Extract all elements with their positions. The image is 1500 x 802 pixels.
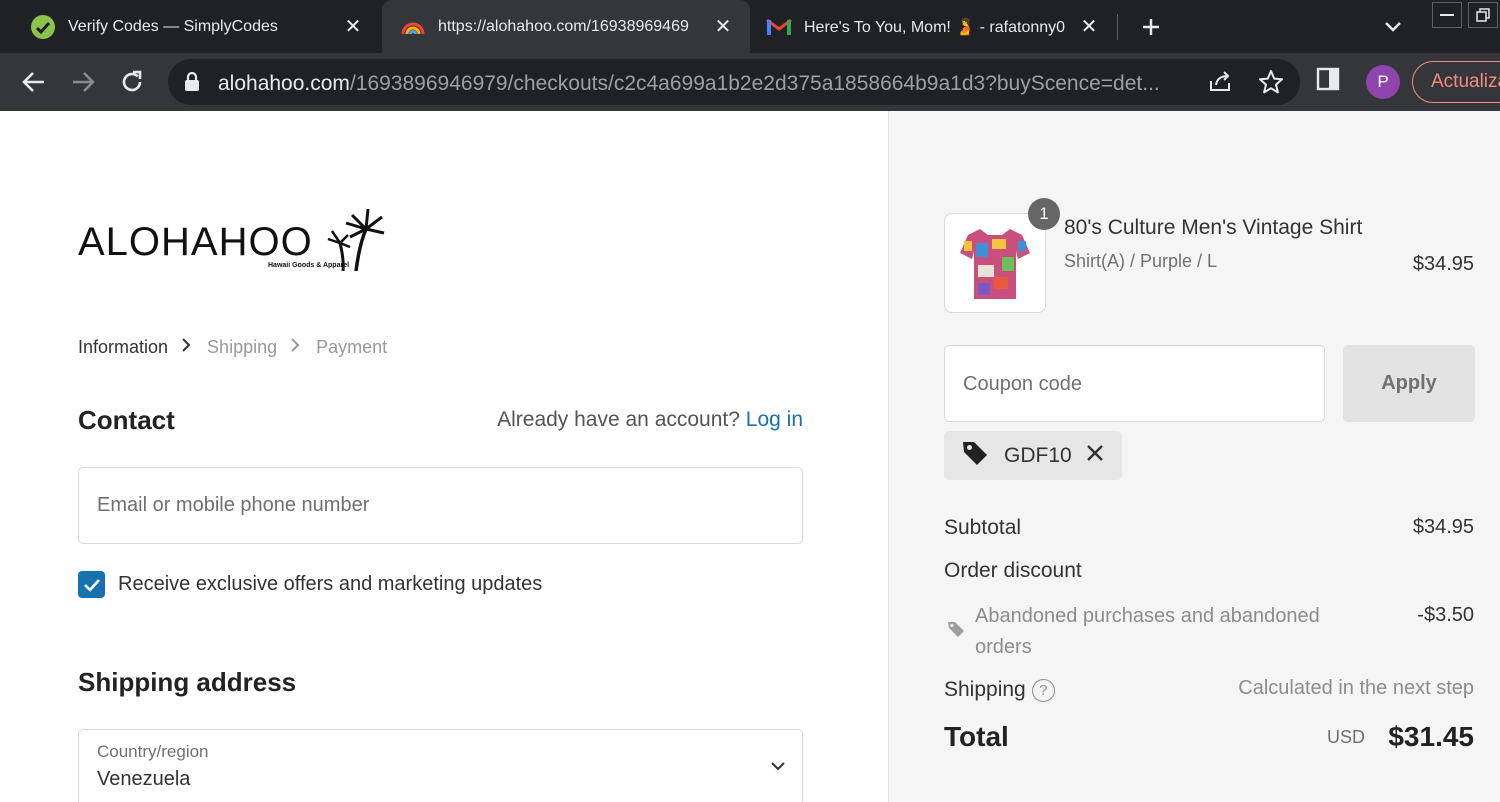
product-price: $34.95 xyxy=(1412,253,1474,275)
browser-toolbar: alohahoo.com/1693896946979/checkouts/c2c… xyxy=(0,53,1500,111)
breadcrumb: Information Shipping Payment xyxy=(78,337,387,358)
arrow-left-icon xyxy=(22,72,44,92)
breadcrumb-information[interactable]: Information xyxy=(78,337,168,358)
close-icon[interactable]: ✕ xyxy=(1076,14,1102,40)
minimize-icon xyxy=(1440,14,1454,16)
plus-icon xyxy=(1143,19,1159,35)
restore-icon xyxy=(1476,8,1490,22)
back-button[interactable] xyxy=(15,63,53,101)
tab-divider xyxy=(1117,14,1118,40)
remove-coupon-icon[interactable] xyxy=(1086,444,1104,467)
order-summary: 1 80's Culture Men's Vintage Shirt Shirt… xyxy=(888,111,1500,802)
url-text[interactable]: alohahoo.com/1693896946979/checkouts/c2c… xyxy=(218,72,1198,96)
store-logo[interactable]: ALOHAHOO Hawaii Goods & Apparel xyxy=(78,207,388,272)
share-icon[interactable] xyxy=(1208,69,1234,98)
breadcrumb-payment: Payment xyxy=(316,337,388,357)
quantity-badge: 1 xyxy=(1028,198,1060,230)
discount-description: Abandoned purchases and abandoned orders xyxy=(975,605,1320,658)
rainbow-icon xyxy=(400,14,426,40)
country-select[interactable]: Country/region Venezuela xyxy=(78,729,803,802)
marketing-optin[interactable]: Receive exclusive offers and marketing u… xyxy=(78,571,542,598)
product-variant: Shirt(A) / Purple / L xyxy=(1064,251,1218,271)
tab-simplycodes[interactable]: Verify Codes — SimplyCodes ✕ xyxy=(0,0,380,53)
coupon-input[interactable]: Coupon code xyxy=(944,345,1325,422)
browser-tab-strip: Verify Codes — SimplyCodes ✕ https://alo… xyxy=(0,0,1500,53)
logo-text: ALOHAHOO xyxy=(78,220,313,264)
profile-avatar[interactable]: P xyxy=(1366,65,1400,99)
close-icon[interactable]: ✕ xyxy=(340,14,366,40)
tag-icon xyxy=(960,438,990,473)
update-button[interactable]: Actualiza xyxy=(1412,61,1500,103)
marketing-checkbox[interactable] xyxy=(78,571,105,598)
chevron-down-icon xyxy=(1385,22,1401,32)
side-panel-icon[interactable] xyxy=(1316,67,1340,96)
discount-label: Order discount xyxy=(944,559,1082,582)
tag-icon xyxy=(946,619,966,644)
tab-search-button[interactable] xyxy=(1378,12,1408,42)
logo-tagline: Hawaii Goods & Apparel xyxy=(268,262,349,269)
gmail-icon xyxy=(766,14,792,40)
apply-button[interactable]: Apply xyxy=(1343,345,1475,422)
reload-button[interactable] xyxy=(113,63,151,101)
close-icon[interactable]: ✕ xyxy=(710,14,736,40)
chevron-right-icon xyxy=(182,338,191,357)
checkmark-icon xyxy=(83,578,100,592)
tab-alohahoo[interactable]: https://alohahoo.com/16938969469 ✕ xyxy=(382,0,750,53)
product-thumbnail xyxy=(944,213,1046,313)
chevron-right-icon xyxy=(291,338,300,357)
chevron-down-icon xyxy=(770,758,786,776)
tab-gmail[interactable]: Here's To You, Mom! 🫄 - rafatonny0 ✕ xyxy=(752,0,1116,53)
shipping-heading: Shipping address xyxy=(78,667,297,697)
lock-icon[interactable] xyxy=(184,71,200,97)
total-value: $31.45 xyxy=(1388,721,1474,752)
country-value: Venezuela xyxy=(97,768,191,790)
email-field[interactable]: Email or mobile phone number xyxy=(78,467,803,544)
star-icon[interactable] xyxy=(1258,69,1284,100)
total-label: Total xyxy=(944,721,1009,752)
checkout-main: ALOHAHOO Hawaii Goods & Apparel Informat… xyxy=(0,111,888,802)
email-placeholder: Email or mobile phone number xyxy=(97,494,370,516)
tab-title: Verify Codes — SimplyCodes xyxy=(68,17,278,35)
subtotal-label: Subtotal xyxy=(944,516,1022,539)
simplycodes-icon xyxy=(30,14,56,40)
coupon-placeholder: Coupon code xyxy=(963,373,1082,395)
account-prompt-text: Already have an account? xyxy=(497,408,740,431)
discount-value: -$3.50 xyxy=(1417,604,1474,626)
tab-title: Here's To You, Mom! 🫄 - rafatonny0 xyxy=(804,18,1066,36)
restore-button[interactable] xyxy=(1468,2,1498,28)
new-tab-button[interactable] xyxy=(1136,12,1166,42)
arrow-right-icon xyxy=(73,72,95,92)
marketing-label: Receive exclusive offers and marketing u… xyxy=(118,573,543,595)
minimize-button[interactable] xyxy=(1432,2,1462,28)
address-bar[interactable]: alohahoo.com/1693896946979/checkouts/c2c… xyxy=(168,59,1300,105)
product-name: 80's Culture Men's Vintage Shirt xyxy=(1064,216,1363,239)
shipping-value: Calculated in the next step xyxy=(1238,677,1474,699)
shipping-label: Shipping xyxy=(944,678,1026,701)
breadcrumb-shipping: Shipping xyxy=(207,337,278,357)
contact-heading: Contact xyxy=(78,405,175,435)
shipping-row-label: Shipping? xyxy=(944,678,1055,702)
forward-button[interactable] xyxy=(64,63,102,101)
help-icon[interactable]: ? xyxy=(1031,679,1055,702)
tab-title: https://alohahoo.com/16938969469 xyxy=(438,17,689,35)
country-label: Country/region xyxy=(97,742,209,761)
url-path: /1693896946979/checkouts/c2c4a699a1b2e2d… xyxy=(349,72,1160,95)
shirt-image xyxy=(960,229,1030,299)
reload-icon xyxy=(122,70,142,92)
subtotal-value: $34.95 xyxy=(1412,516,1474,538)
applied-coupon-tag: GDF10 xyxy=(944,431,1122,480)
login-link[interactable]: Log in xyxy=(746,408,803,431)
url-host: alohahoo.com xyxy=(218,72,350,95)
account-prompt: Already have an account? Log in xyxy=(497,408,803,432)
currency-code: USD xyxy=(1326,727,1365,747)
coupon-code: GDF10 xyxy=(1004,443,1072,467)
